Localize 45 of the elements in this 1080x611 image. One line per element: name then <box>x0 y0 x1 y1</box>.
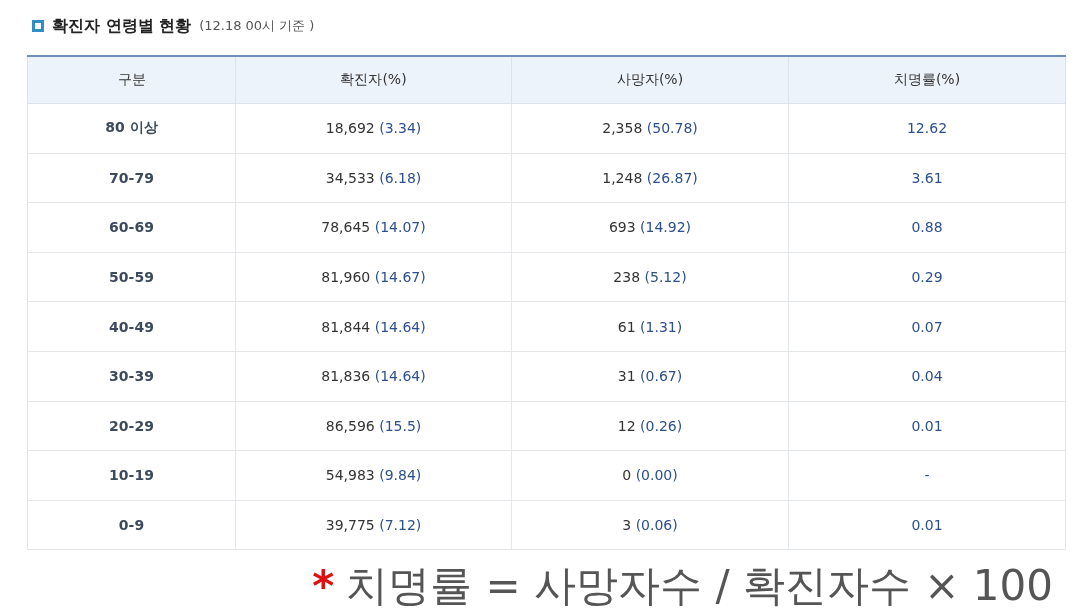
table-cell: 0.01 <box>788 401 1066 451</box>
table-cell: 3 (0.06) <box>511 500 789 550</box>
table-cell: 0.29 <box>788 252 1066 302</box>
table-cell: 70-79 <box>27 153 236 203</box>
table-cell: 81,836 (14.64) <box>235 351 512 402</box>
table-cell: 0-9 <box>27 500 236 550</box>
table-cell: 10-19 <box>27 450 236 501</box>
table-cell: 0.88 <box>788 202 1066 253</box>
table-cell: 238 (5.12) <box>511 252 789 302</box>
table-cell: 86,596 (15.5) <box>235 401 512 451</box>
table-cell: 61 (1.31) <box>511 301 789 352</box>
table-cell: 60-69 <box>27 202 236 253</box>
table-cell: 693 (14.92) <box>511 202 789 253</box>
section-title: 확진자 연령별 현황 <box>52 15 192 37</box>
footnote-formula: 치명률 = 사망자수 / 확진자수 × 100 <box>346 560 1053 611</box>
table-cell: 39,775 (7.12) <box>235 500 512 550</box>
table-cell: 30-39 <box>27 351 236 402</box>
table-cell: 12.62 <box>788 103 1066 154</box>
column-header: 사망자(%) <box>511 56 789 104</box>
table-cell: 78,645 (14.07) <box>235 202 512 253</box>
table-cell: 80 이상 <box>27 103 236 154</box>
table-cell: 0.01 <box>788 500 1066 550</box>
table-cell: 3.61 <box>788 153 1066 203</box>
table-cell: 34,533 (6.18) <box>235 153 512 203</box>
table-cell: 50-59 <box>27 252 236 302</box>
column-header: 구분 <box>27 56 236 104</box>
table-cell: 31 (0.67) <box>511 351 789 402</box>
table-cell: 1,248 (26.87) <box>511 153 789 203</box>
table-cell: 18,692 (3.34) <box>235 103 512 154</box>
square-icon <box>32 20 44 32</box>
table-cell: 0.04 <box>788 351 1066 402</box>
column-header: 치명률(%) <box>788 56 1066 104</box>
column-header: 확진자(%) <box>235 56 512 104</box>
table-cell: 20-29 <box>27 401 236 451</box>
table-cell: 12 (0.26) <box>511 401 789 451</box>
table-cell: 0.07 <box>788 301 1066 352</box>
asterisk-mark: * <box>312 561 335 611</box>
table-cell: 81,844 (14.64) <box>235 301 512 352</box>
table-cell: 54,983 (9.84) <box>235 450 512 501</box>
table-cell: 81,960 (14.67) <box>235 252 512 302</box>
table-cell: - <box>788 450 1066 501</box>
date-note: (12.18 00시 기준 ) <box>199 17 315 35</box>
table-cell: 0 (0.00) <box>511 450 789 501</box>
table-cell: 2,358 (50.78) <box>511 103 789 154</box>
table-cell: 40-49 <box>27 301 236 352</box>
